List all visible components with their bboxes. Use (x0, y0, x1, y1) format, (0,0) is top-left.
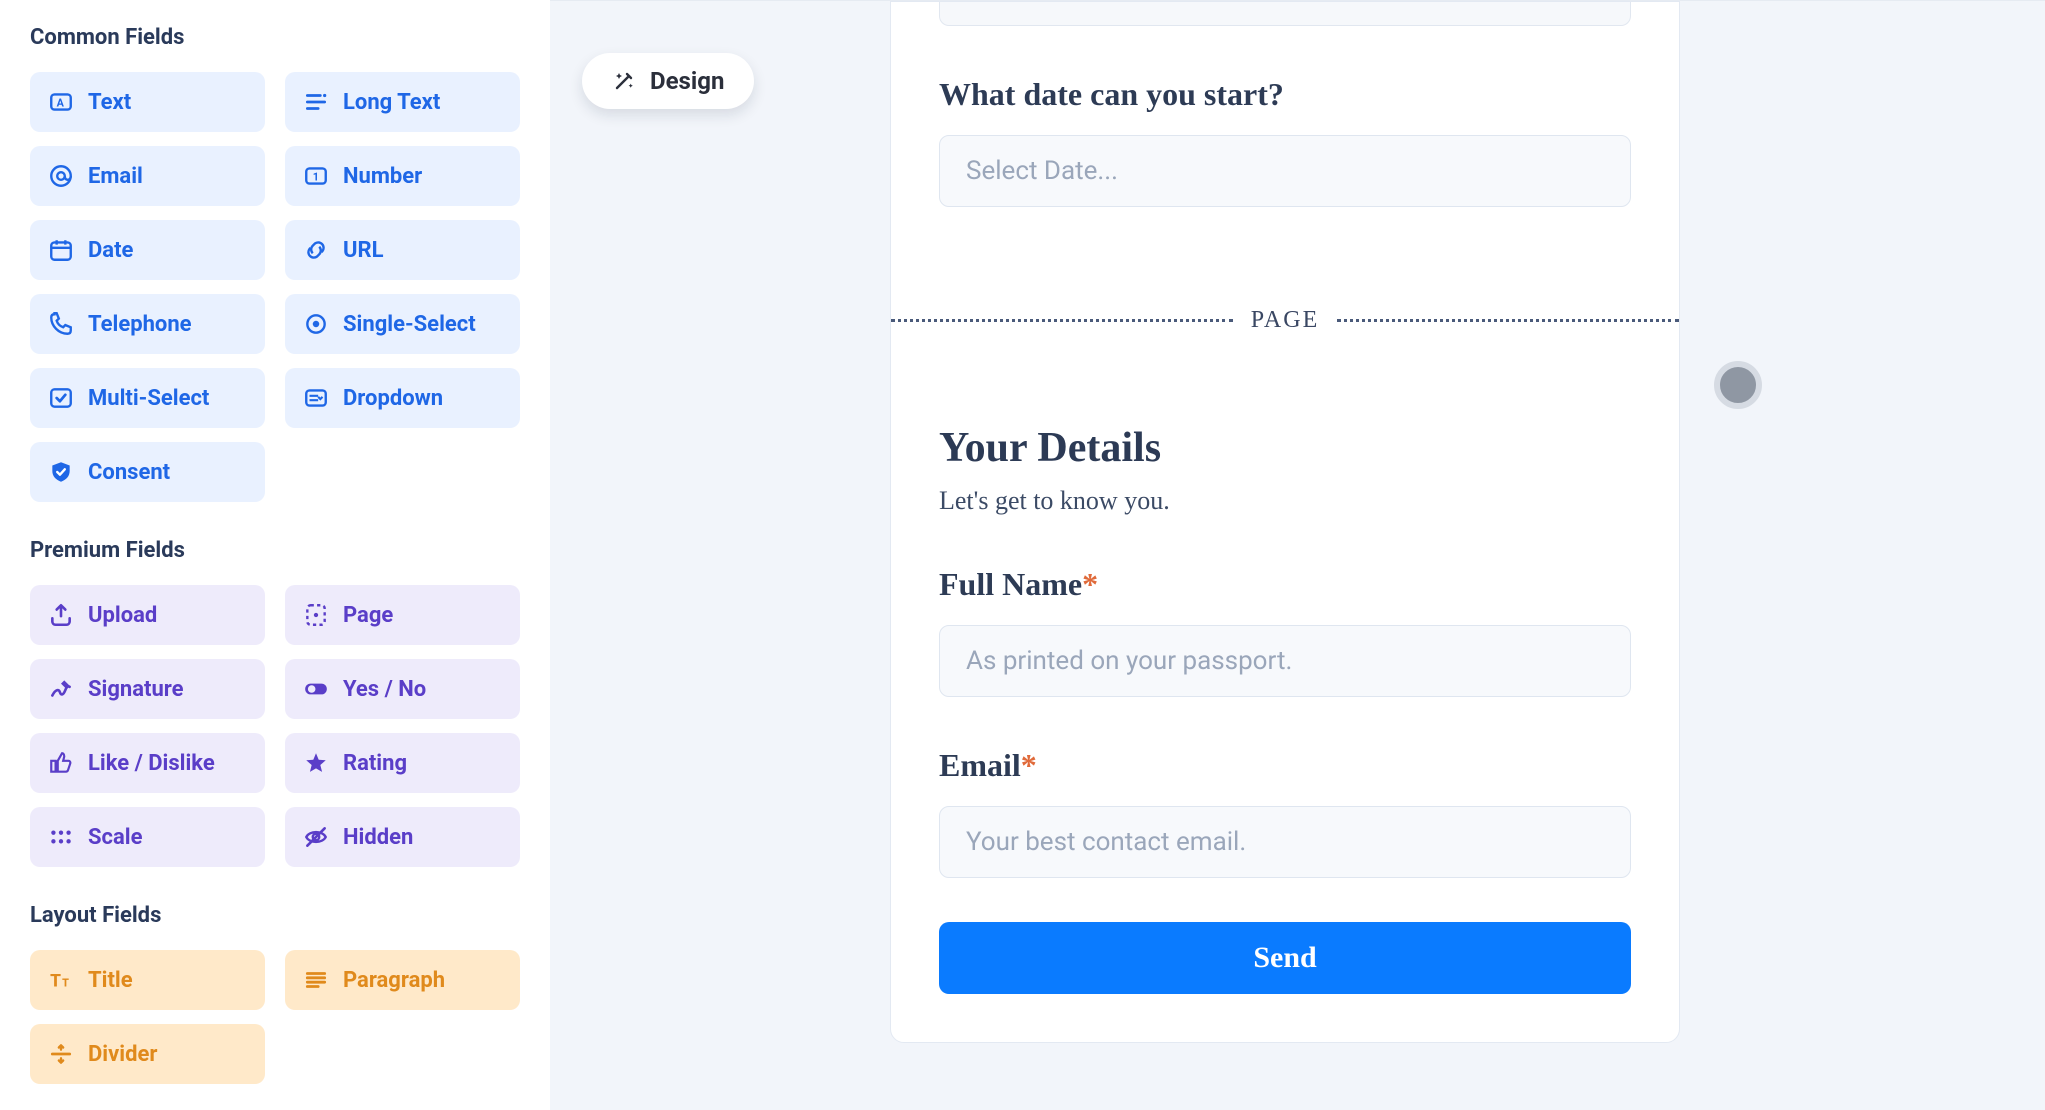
send-button[interactable]: Send (939, 922, 1631, 994)
field-scale[interactable]: Scale (30, 807, 265, 867)
question-start-date-label: What date can you start? (939, 76, 1631, 113)
field-label: Rating (343, 751, 407, 776)
premium-fields-grid: Upload Page Signature Yes / No Like / Di… (30, 585, 520, 867)
email-label: Email* (939, 747, 1631, 784)
field-number[interactable]: Number (285, 146, 520, 206)
field-multi-select[interactable]: Multi-Select (30, 368, 265, 428)
field-like-dislike[interactable]: Like / Dislike (30, 733, 265, 793)
field-text[interactable]: Text (30, 72, 265, 132)
design-label: Design (650, 67, 724, 95)
field-email[interactable]: Email (30, 146, 265, 206)
url-icon (303, 237, 329, 263)
field-date[interactable]: Date (30, 220, 265, 280)
upload-icon (48, 602, 74, 628)
common-fields-heading: Common Fields (30, 25, 520, 50)
email-input[interactable] (939, 806, 1631, 878)
field-label: Text (88, 90, 131, 115)
field-label: Date (88, 238, 133, 263)
field-paragraph[interactable]: Paragraph (285, 950, 520, 1010)
page-icon (303, 602, 329, 628)
field-label: Telephone (88, 312, 192, 337)
yes-no-icon (303, 676, 329, 702)
dropdown-icon (303, 385, 329, 411)
multi-select-icon (48, 385, 74, 411)
field-yes-no[interactable]: Yes / No (285, 659, 520, 719)
field-label: Number (343, 164, 422, 189)
field-url[interactable]: URL (285, 220, 520, 280)
telephone-icon (48, 311, 74, 337)
your-details-subtitle: Let's get to know you. (939, 486, 1631, 516)
field-rating[interactable]: Rating (285, 733, 520, 793)
field-label: Email (88, 164, 143, 189)
single-select-icon (303, 311, 329, 337)
form-canvas: Design What date can you start? PAGE You… (550, 0, 2045, 1110)
wand-icon (612, 69, 636, 93)
add-field-handle[interactable] (1714, 361, 1762, 409)
field-label: Scale (88, 825, 142, 850)
text-icon (48, 89, 74, 115)
field-label: Signature (88, 677, 184, 702)
field-upload[interactable]: Upload (30, 585, 265, 645)
required-marker: * (1021, 747, 1037, 783)
common-fields-grid: Text Long Text Email Number Date URL Tel… (30, 72, 520, 502)
page-break[interactable]: PAGE (891, 307, 1679, 334)
field-label: Hidden (343, 825, 413, 850)
divider-icon (48, 1041, 74, 1067)
layout-fields-grid: Title Paragraph Divider (30, 950, 520, 1084)
hidden-icon (303, 824, 329, 850)
like-icon (48, 750, 74, 776)
field-label: Like / Dislike (88, 751, 215, 776)
field-label: Single-Select (343, 312, 476, 337)
email-icon (48, 163, 74, 189)
field-dropdown[interactable]: Dropdown (285, 368, 520, 428)
field-label: Title (88, 968, 133, 993)
full-name-input[interactable] (939, 625, 1631, 697)
long-text-icon (303, 89, 329, 115)
field-consent[interactable]: Consent (30, 442, 265, 502)
field-label: Dropdown (343, 386, 443, 411)
signature-icon (48, 676, 74, 702)
paragraph-icon (303, 967, 329, 993)
field-signature[interactable]: Signature (30, 659, 265, 719)
field-label: Divider (88, 1042, 157, 1067)
field-telephone[interactable]: Telephone (30, 294, 265, 354)
field-hidden[interactable]: Hidden (285, 807, 520, 867)
form-preview-card[interactable]: What date can you start? PAGE Your Detai… (890, 1, 1680, 1043)
field-label: Upload (88, 603, 157, 628)
previous-field-ghost (939, 2, 1631, 26)
field-label: Long Text (343, 90, 440, 115)
divider-line (1337, 319, 1679, 322)
field-label: Yes / No (343, 677, 426, 702)
required-marker: * (1082, 566, 1098, 602)
field-long-text[interactable]: Long Text (285, 72, 520, 132)
field-label: Consent (88, 460, 170, 485)
title-icon (48, 967, 74, 993)
consent-icon (48, 459, 74, 485)
start-date-input[interactable] (939, 135, 1631, 207)
date-icon (48, 237, 74, 263)
field-single-select[interactable]: Single-Select (285, 294, 520, 354)
divider-line (891, 319, 1233, 322)
number-icon (303, 163, 329, 189)
premium-fields-heading: Premium Fields (30, 538, 520, 563)
rating-icon (303, 750, 329, 776)
field-label: Paragraph (343, 968, 445, 993)
app-root: Common Fields Text Long Text Email Numbe… (0, 0, 2045, 1110)
layout-fields-heading: Layout Fields (30, 903, 520, 928)
field-divider[interactable]: Divider (30, 1024, 265, 1084)
scale-icon (48, 824, 74, 850)
full-name-label: Full Name* (939, 566, 1631, 603)
field-label: Multi-Select (88, 386, 209, 411)
field-title[interactable]: Title (30, 950, 265, 1010)
field-page[interactable]: Page (285, 585, 520, 645)
field-label: URL (343, 238, 384, 263)
design-button[interactable]: Design (582, 53, 754, 109)
page-break-label: PAGE (1251, 307, 1319, 334)
field-label: Page (343, 603, 393, 628)
fields-sidebar: Common Fields Text Long Text Email Numbe… (0, 0, 550, 1110)
your-details-title: Your Details (939, 424, 1631, 472)
